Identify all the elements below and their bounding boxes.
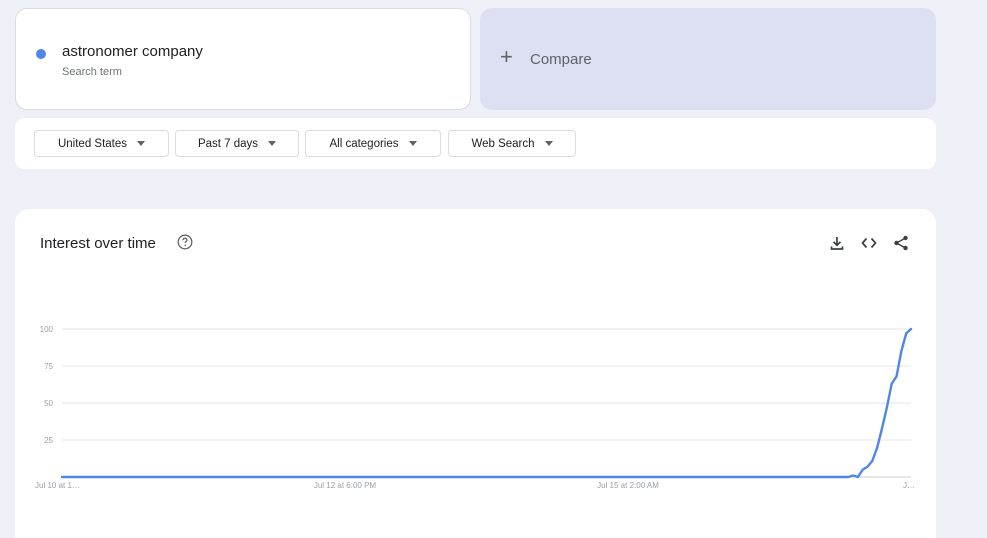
y-tick-label: 50	[44, 399, 53, 408]
interest-chart: 100755025 Jul 10 at 1… Jul 12 at 6:00 PM J…	[35, 325, 915, 490]
y-tick-label: 25	[44, 436, 53, 445]
interest-over-time-card: Interest over time 100 75 50 25 Jul 10 at 1…	[15, 209, 936, 538]
compare-label: Compare	[530, 51, 592, 68]
x-tick-label: Jul 10 at 1…	[35, 481, 80, 490]
chart-grid	[62, 328, 911, 478]
time-range-dropdown[interactable]: Past 7 days	[175, 130, 299, 157]
search-type-dropdown[interactable]: Web Search	[448, 130, 576, 157]
filter-bar: United States Past 7 days All categories…	[15, 118, 936, 169]
term-color-dot	[36, 49, 46, 59]
search-term-name[interactable]: astronomer company	[62, 43, 203, 60]
compare-button[interactable]: + Compare	[480, 8, 936, 110]
y-axis-ticks: 100 75 50 25	[40, 325, 54, 445]
region-label: United States	[57, 137, 128, 150]
search-term-subtitle: Search term	[62, 66, 122, 78]
x-tick-label: Jul 12 at 6:00 PM	[314, 481, 377, 490]
y-tick-label: 100	[40, 325, 54, 334]
y-tick-label: 75	[44, 362, 53, 371]
category-dropdown[interactable]: All categories	[305, 130, 441, 157]
trends-page: astronomer company Search term + Compare…	[0, 0, 987, 538]
x-tick-label: J…	[903, 481, 915, 490]
search-term-card[interactable]: astronomer company Search term	[15, 8, 471, 110]
chevron-down-icon	[137, 141, 146, 146]
chevron-down-icon	[544, 141, 553, 146]
chevron-down-icon	[268, 141, 277, 146]
plus-icon: +	[500, 44, 513, 69]
category-label: All categories	[329, 137, 399, 150]
x-tick-label: Jul 15 at 2:00 AM	[597, 481, 659, 490]
search-type-label: Web Search	[471, 137, 535, 150]
time-range-label: Past 7 days	[197, 137, 259, 150]
chevron-down-icon	[408, 141, 417, 146]
region-dropdown[interactable]: United States	[34, 130, 169, 157]
x-axis-ticks: Jul 10 at 1… Jul 12 at 6:00 PM Jul 15 at 2…	[35, 481, 915, 490]
